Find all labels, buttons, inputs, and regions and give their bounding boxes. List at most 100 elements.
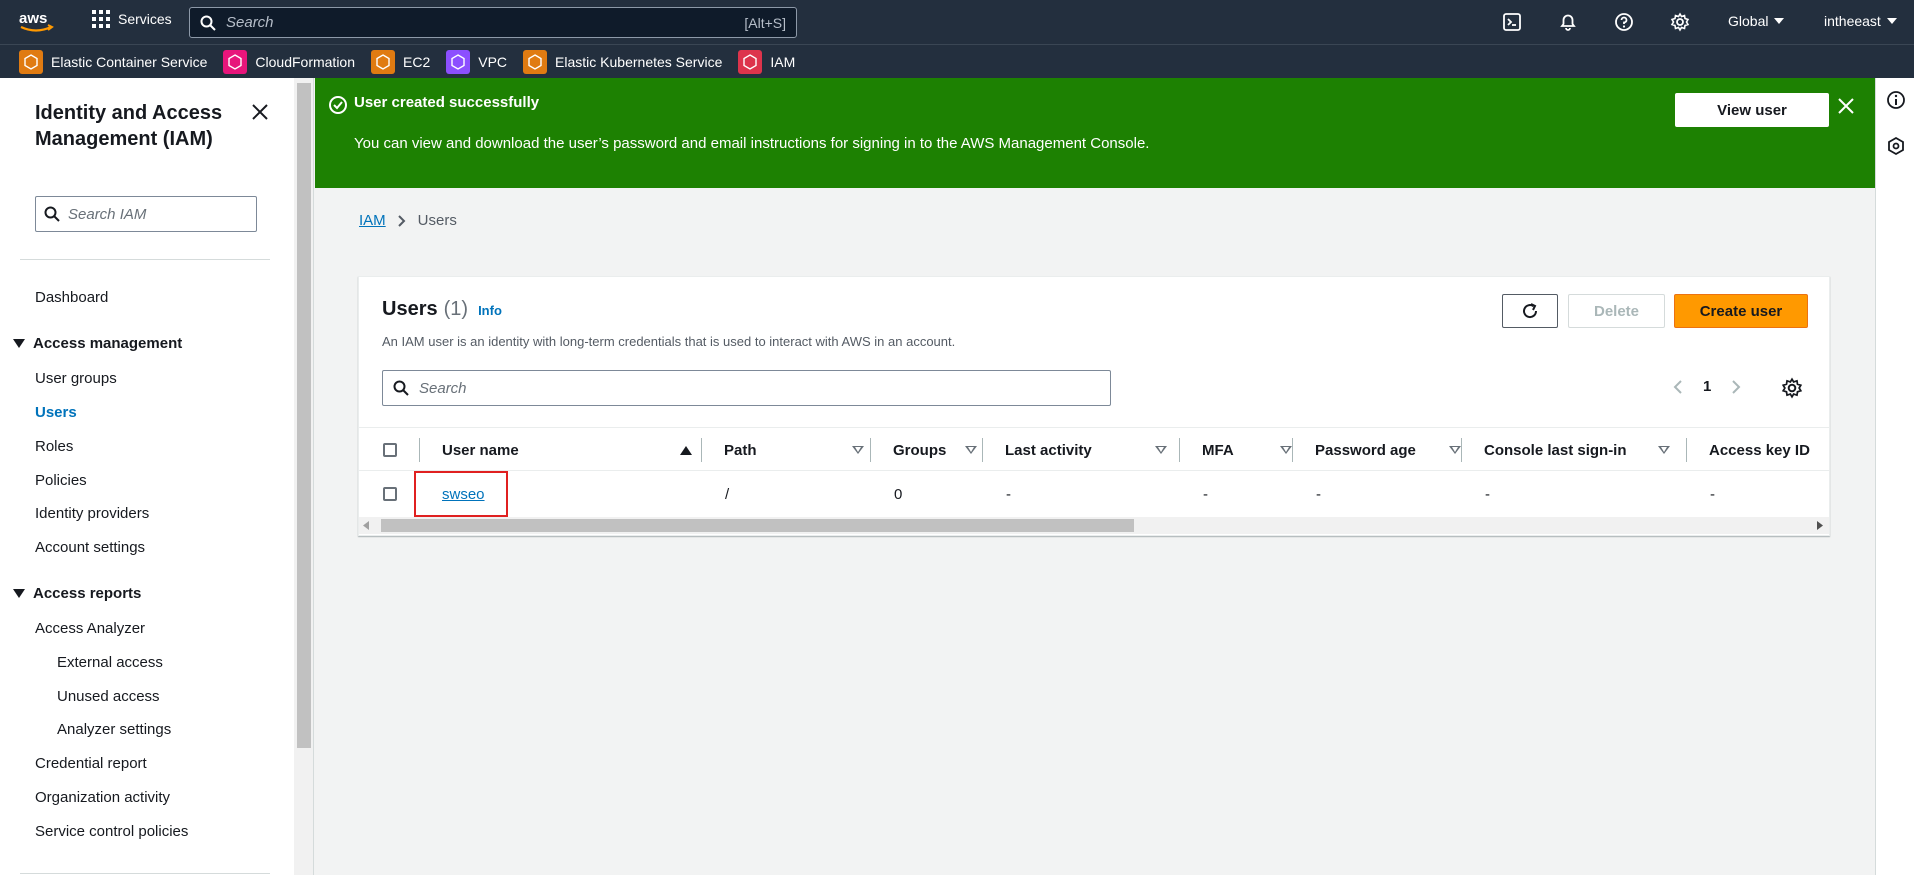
info-link[interactable]: Info	[478, 303, 502, 318]
sidebar-item-external-access[interactable]: External access	[57, 654, 163, 671]
favorite-iam[interactable]: IAM	[738, 49, 795, 74]
column-header-password-age[interactable]: Password age	[1315, 428, 1461, 472]
page-number[interactable]: 1	[1703, 378, 1711, 395]
chevron-left-icon[interactable]	[1673, 379, 1683, 395]
sort-icon	[965, 446, 977, 454]
flash-title: User created successfully	[354, 94, 540, 111]
scrollbar-thumb[interactable]	[381, 519, 1134, 532]
column-label: Groups	[893, 441, 947, 459]
section-access-reports[interactable]: Access reports	[13, 585, 141, 602]
sort-icon	[1280, 446, 1292, 454]
sidebar-item-credential-report[interactable]: Credential report	[35, 755, 147, 772]
service-icon	[446, 49, 471, 74]
sidebar-item-access-analyzer[interactable]: Access Analyzer	[35, 620, 145, 637]
column-header-user-name[interactable]: User name	[442, 428, 692, 472]
sidebar-item-user-groups[interactable]: User groups	[35, 370, 117, 387]
chevron-right-icon	[397, 214, 406, 227]
aws-logo-icon[interactable]: aws	[18, 9, 56, 35]
sidebar-item-identity-providers[interactable]: Identity providers	[35, 505, 149, 522]
scrollbar-thumb[interactable]	[297, 83, 311, 748]
users-search[interactable]	[382, 370, 1111, 406]
search-shortcut: [Alt+S]	[744, 14, 786, 31]
delete-button[interactable]: Delete	[1568, 294, 1665, 328]
select-all-checkbox[interactable]	[383, 428, 397, 472]
favorite-vpc[interactable]: VPC	[446, 49, 508, 74]
success-flash-banner: User created successfully You can view a…	[315, 78, 1875, 188]
view-user-button[interactable]: View user	[1675, 93, 1829, 127]
sidebar-scrollbar[interactable]	[294, 78, 314, 875]
column-header-groups[interactable]: Groups	[893, 428, 977, 472]
sidebar-item-policies[interactable]: Policies	[35, 472, 87, 489]
notifications-bell-icon[interactable]	[1558, 12, 1578, 32]
last-activity-cell: -	[1006, 485, 1011, 503]
favorite-label: CloudFormation	[255, 53, 356, 70]
column-separator	[870, 438, 871, 462]
horizontal-scrollbar[interactable]	[359, 517, 1829, 534]
services-menu[interactable]: Services	[92, 10, 172, 28]
mfa-cell: -	[1203, 485, 1208, 503]
sidebar-item-users[interactable]: Users	[35, 404, 77, 421]
cloudshell-icon[interactable]	[1502, 12, 1522, 32]
service-icon	[523, 49, 548, 74]
column-separator	[1179, 438, 1180, 462]
favorite-label: VPC	[478, 53, 508, 70]
column-label: User name	[442, 441, 519, 459]
info-icon[interactable]	[1886, 90, 1906, 110]
expand-triangle-icon	[13, 589, 25, 598]
column-header-console-last-sign-in[interactable]: Console last sign-in	[1484, 428, 1670, 472]
global-search-input[interactable]	[226, 14, 745, 31]
settings-gear-icon[interactable]	[1670, 12, 1690, 32]
sidebar-search[interactable]	[35, 196, 257, 232]
region-selector[interactable]: Global	[1728, 13, 1785, 29]
sidebar-item-unused-access[interactable]: Unused access	[57, 688, 160, 705]
column-header-last-activity[interactable]: Last activity	[1005, 428, 1167, 472]
favorite-elastic-kubernetes-service[interactable]: Elastic Kubernetes Service	[523, 49, 722, 74]
row-checkbox[interactable]	[383, 471, 397, 517]
sidebar-item-account-settings[interactable]: Account settings	[35, 539, 145, 556]
favorite-elastic-container-service[interactable]: Elastic Container Service	[19, 49, 207, 74]
sort-icon	[852, 446, 864, 454]
close-icon[interactable]	[250, 102, 270, 122]
sidebar-item-service-control-policies[interactable]: Service control policies	[35, 823, 188, 840]
column-separator	[419, 438, 420, 462]
service-icon	[19, 49, 43, 74]
hexagon-settings-icon[interactable]	[1886, 136, 1906, 156]
flash-message: You can view and download the user’s pas…	[354, 135, 1150, 152]
sidebar-item-analyzer-settings[interactable]: Analyzer settings	[57, 721, 171, 738]
sidebar-item-roles[interactable]: Roles	[35, 438, 73, 455]
groups-cell: 0	[894, 485, 903, 503]
panel-title: Users	[382, 298, 438, 320]
favorite-label: EC2	[403, 53, 431, 70]
close-icon[interactable]	[1836, 96, 1856, 116]
user-link-swseo[interactable]: swseo	[442, 486, 485, 503]
column-header-path[interactable]: Path	[724, 428, 864, 472]
help-icon[interactable]	[1614, 12, 1634, 32]
page-title: Users (1) Info	[382, 298, 502, 321]
section-label: Access management	[33, 335, 183, 352]
sidebar-search-input[interactable]	[68, 205, 238, 223]
column-separator	[701, 438, 702, 462]
pagination: 1	[1673, 378, 1741, 395]
column-header-access-key-id[interactable]: Access key ID	[1709, 428, 1827, 472]
sidebar-item-organization-activity[interactable]: Organization activity	[35, 789, 170, 806]
global-search[interactable]: [Alt+S]	[189, 7, 797, 38]
column-header-mfa[interactable]: MFA	[1202, 428, 1292, 472]
scroll-right-arrow-icon[interactable]	[1817, 521, 1823, 530]
users-count: (1)	[443, 298, 469, 320]
section-access-management[interactable]: Access management	[13, 335, 182, 352]
users-search-input[interactable]	[419, 379, 1079, 397]
breadcrumb-iam[interactable]: IAM	[359, 212, 386, 229]
refresh-button[interactable]	[1502, 294, 1558, 328]
favorite-cloudformation[interactable]: CloudFormation	[223, 49, 356, 74]
column-label: Password age	[1315, 441, 1416, 459]
column-label: Last activity	[1005, 441, 1092, 459]
favorite-ec2[interactable]: EC2	[371, 49, 431, 74]
sidebar-item-dashboard[interactable]: Dashboard	[35, 289, 108, 306]
breadcrumb: IAM Users	[359, 212, 457, 229]
account-menu[interactable]: intheeast	[1824, 13, 1897, 29]
create-user-button[interactable]: Create user	[1674, 294, 1808, 328]
table-settings-gear-icon[interactable]	[1781, 377, 1803, 399]
chevron-right-icon[interactable]	[1731, 379, 1741, 395]
sort-ascending-icon	[680, 445, 692, 455]
scroll-left-arrow-icon[interactable]	[363, 521, 369, 530]
